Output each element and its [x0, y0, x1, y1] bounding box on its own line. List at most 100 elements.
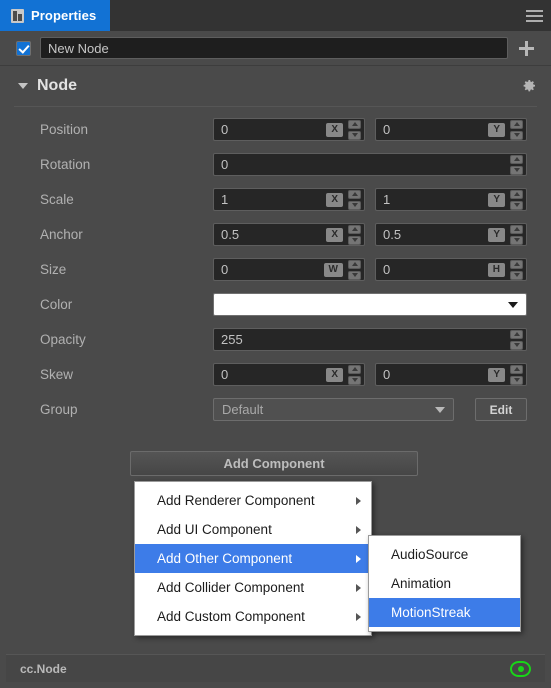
menu-item-add-collider-component[interactable]: Add Collider Component	[135, 573, 371, 602]
property-label: Scale	[40, 192, 74, 207]
size-width-field[interactable]: 0 W	[213, 258, 365, 281]
group-edit-button[interactable]: Edit	[475, 398, 527, 421]
stepper-down[interactable]	[348, 235, 361, 245]
gear-icon[interactable]	[521, 78, 537, 94]
stepper-up[interactable]	[510, 189, 523, 199]
chevron-down-icon[interactable]	[18, 83, 28, 89]
axis-tag-x: X	[326, 227, 343, 242]
menu-item-motionstreak[interactable]: MotionStreak	[369, 598, 520, 627]
stepper-down[interactable]	[510, 165, 523, 175]
field-value: 1	[221, 192, 229, 207]
tab-properties-label: Properties	[31, 8, 97, 23]
tab-properties[interactable]: Properties	[0, 0, 111, 31]
field-value: 0	[221, 157, 229, 172]
stepper-up[interactable]	[348, 119, 361, 129]
eye-icon[interactable]	[510, 660, 531, 677]
node-section-header: Node	[0, 66, 551, 106]
property-fields: 0.5 X 0.5 Y	[213, 223, 527, 246]
stepper-up[interactable]	[510, 224, 523, 234]
add-component-button[interactable]: Add Component	[130, 451, 418, 476]
stepper-down[interactable]	[510, 375, 523, 385]
stepper-down[interactable]	[348, 270, 361, 280]
property-row-scale: Scale 1 X 1 Y	[0, 182, 551, 217]
menu-item-animation[interactable]: Animation	[369, 569, 520, 598]
axis-tag-y: Y	[488, 227, 505, 242]
field-value: 0	[221, 262, 229, 277]
plus-icon[interactable]	[513, 35, 539, 61]
stepper-up[interactable]	[348, 224, 361, 234]
stepper-up[interactable]	[348, 364, 361, 374]
scale-x-stepper[interactable]	[348, 189, 361, 210]
node-enabled-checkbox[interactable]	[16, 40, 31, 56]
hamburger-icon[interactable]	[517, 0, 551, 31]
stepper-up[interactable]	[510, 329, 523, 339]
rotation-field[interactable]: 0	[213, 153, 527, 176]
node-name-row	[0, 31, 551, 66]
axis-tag-x: X	[326, 367, 343, 382]
scale-y-field[interactable]: 1 Y	[375, 188, 527, 211]
stepper-down[interactable]	[348, 130, 361, 140]
stepper-down[interactable]	[348, 200, 361, 210]
group-select-value: Default	[222, 402, 264, 417]
menu-item-add-custom-component[interactable]: Add Custom Component	[135, 602, 371, 631]
position-x-field[interactable]: 0 X	[213, 118, 365, 141]
opacity-stepper[interactable]	[510, 329, 523, 350]
menu-item-label: Animation	[391, 576, 452, 591]
position-y-field[interactable]: 0 Y	[375, 118, 527, 141]
scale-x-field[interactable]: 1 X	[213, 188, 365, 211]
stepper-down[interactable]	[510, 340, 523, 350]
hamburger-line	[525, 19, 543, 22]
menu-item-label: Add Other Component	[157, 551, 293, 566]
field-value: 0.5	[221, 227, 240, 242]
menu-item-add-renderer-component[interactable]: Add Renderer Component	[135, 486, 371, 515]
size-width-stepper[interactable]	[348, 259, 361, 280]
hamburger-line	[525, 14, 543, 17]
stepper-down[interactable]	[510, 270, 523, 280]
tab-bar: Properties	[0, 0, 551, 32]
property-fields: 0 X 0 Y	[213, 363, 527, 386]
stepper-up[interactable]	[348, 259, 361, 269]
anchor-y-field[interactable]: 0.5 Y	[375, 223, 527, 246]
stepper-up[interactable]	[510, 119, 523, 129]
property-label: Skew	[40, 367, 74, 382]
anchor-x-field[interactable]: 0.5 X	[213, 223, 365, 246]
node-name-input[interactable]	[40, 37, 508, 59]
stepper-down[interactable]	[348, 375, 361, 385]
menu-item-label: Add Collider Component	[157, 580, 305, 595]
property-label: Opacity	[40, 332, 86, 347]
opacity-field[interactable]: 255	[213, 328, 527, 351]
menu-item-label: Add Custom Component	[157, 609, 305, 624]
size-height-field[interactable]: 0 H	[375, 258, 527, 281]
scale-y-stepper[interactable]	[510, 189, 523, 210]
position-y-stepper[interactable]	[510, 119, 523, 140]
stepper-up[interactable]	[348, 189, 361, 199]
skew-x-field[interactable]: 0 X	[213, 363, 365, 386]
stepper-down[interactable]	[510, 130, 523, 140]
color-swatch-field[interactable]	[213, 293, 527, 316]
property-label: Position	[40, 122, 89, 137]
size-height-stepper[interactable]	[510, 259, 523, 280]
stepper-up[interactable]	[510, 154, 523, 164]
stepper-down[interactable]	[510, 235, 523, 245]
anchor-y-stepper[interactable]	[510, 224, 523, 245]
stepper-up[interactable]	[510, 259, 523, 269]
anchor-x-stepper[interactable]	[348, 224, 361, 245]
property-row-color: Color	[0, 287, 551, 322]
position-x-stepper[interactable]	[348, 119, 361, 140]
field-value: 0	[383, 122, 391, 137]
menu-item-add-other-component[interactable]: Add Other Component	[135, 544, 371, 573]
property-label: Color	[40, 297, 73, 312]
group-select[interactable]: Default	[213, 398, 454, 421]
node-section-title: Node	[37, 77, 77, 94]
menu-item-add-ui-component[interactable]: Add UI Component	[135, 515, 371, 544]
chevron-right-icon	[356, 583, 361, 592]
stepper-up[interactable]	[510, 364, 523, 374]
menu-item-audiosource[interactable]: AudioSource	[369, 540, 520, 569]
skew-y-field[interactable]: 0 Y	[375, 363, 527, 386]
property-label: Size	[40, 262, 67, 277]
stepper-down[interactable]	[510, 200, 523, 210]
skew-x-stepper[interactable]	[348, 364, 361, 385]
skew-y-stepper[interactable]	[510, 364, 523, 385]
rotation-stepper[interactable]	[510, 154, 523, 175]
property-fields: 0	[213, 153, 527, 176]
